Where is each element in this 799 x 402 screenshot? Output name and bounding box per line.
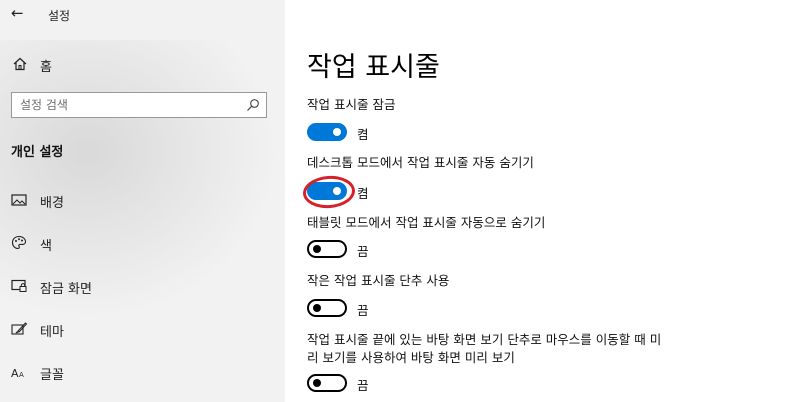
lock-screen-icon xyxy=(11,279,27,292)
setting-label-auto-hide-tablet: 태블릿 모드에서 작업 표시줄 자동으로 숨기기 xyxy=(307,215,546,230)
app-title: 설정 xyxy=(48,9,71,23)
theme-brush-icon xyxy=(11,322,28,335)
svg-text:A: A xyxy=(19,371,24,379)
sidebar-item-label: 배경 xyxy=(40,196,64,211)
toggle-knob xyxy=(313,245,321,253)
setting-label-peek-line1: 작업 표시줄 끝에 있는 바탕 화면 보기 단추로 마우스를 이동할 때 미 xyxy=(307,332,662,347)
font-icon: A A xyxy=(11,367,24,380)
sidebar-item-label: 글꼴 xyxy=(40,368,64,383)
palette-icon xyxy=(11,235,27,250)
sidebar-item-home[interactable]: 홈 xyxy=(0,52,285,78)
title-bar: ← 설정 xyxy=(0,0,285,30)
toggle-state-text: 끔 xyxy=(357,378,369,393)
main-content: 작업 표시줄 작업 표시줄 잠금 켬 데스크톱 모드에서 작업 표시줄 자동 숨… xyxy=(285,0,799,402)
section-title: 개인 설정 xyxy=(11,145,64,160)
toggle-knob xyxy=(313,304,321,312)
setting-label-small-buttons: 작은 작업 표시줄 단추 사용 xyxy=(307,273,450,288)
lock-taskbar-toggle[interactable] xyxy=(307,123,347,141)
toggle-state-text: 켬 xyxy=(357,127,369,142)
back-arrow-icon[interactable]: ← xyxy=(11,4,24,22)
toggle-knob xyxy=(333,128,341,136)
home-icon xyxy=(13,57,27,71)
sidebar-item-color[interactable]: 색 xyxy=(0,228,285,258)
small-buttons-toggle[interactable] xyxy=(307,299,347,317)
sidebar-item-background[interactable]: 배경 xyxy=(0,185,285,215)
toggle-state-text: 끔 xyxy=(357,244,369,259)
toggle-state-text: 끔 xyxy=(357,303,369,318)
sidebar-item-label: 색 xyxy=(40,239,52,254)
sidebar: ← 설정 홈 개인 설정 배경 색 xyxy=(0,0,285,402)
sidebar-item-label: 테마 xyxy=(40,325,64,340)
auto-hide-desktop-toggle[interactable] xyxy=(307,182,347,200)
sidebar-item-fonts[interactable]: A A 글꼴 xyxy=(0,357,285,387)
toggle-knob xyxy=(333,187,341,195)
setting-label-auto-hide-desktop: 데스크톱 모드에서 작업 표시줄 자동 숨기기 xyxy=(307,155,534,170)
setting-label-lock-taskbar: 작업 표시줄 잠금 xyxy=(307,97,396,112)
page-title: 작업 표시줄 xyxy=(307,52,440,83)
sidebar-item-lock-screen[interactable]: 잠금 화면 xyxy=(0,271,285,301)
toggle-knob xyxy=(313,379,321,387)
sidebar-item-label: 잠금 화면 xyxy=(40,282,92,297)
auto-hide-tablet-toggle[interactable] xyxy=(307,240,347,258)
toggle-state-text: 켬 xyxy=(357,186,369,201)
search-input[interactable] xyxy=(20,96,240,114)
svg-text:A: A xyxy=(11,367,19,380)
setting-label-peek-line2: 리 보기를 사용하여 바탕 화면 미리 보기 xyxy=(307,350,515,365)
sidebar-item-label: 홈 xyxy=(40,60,52,75)
sidebar-item-theme[interactable]: 테마 xyxy=(0,314,285,344)
search-icon[interactable] xyxy=(246,98,260,112)
search-box[interactable] xyxy=(11,92,267,118)
picture-icon xyxy=(11,194,27,206)
peek-toggle[interactable] xyxy=(307,374,347,392)
